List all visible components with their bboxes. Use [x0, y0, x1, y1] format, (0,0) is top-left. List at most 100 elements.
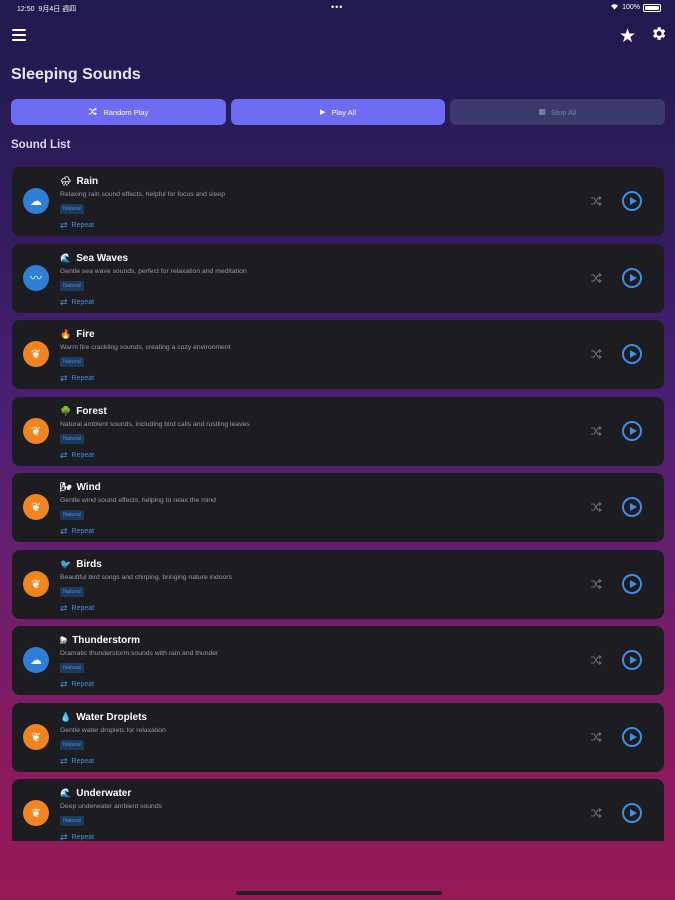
leaf-icon: ❦ — [23, 570, 49, 597]
play-button[interactable] — [622, 803, 642, 823]
play-button[interactable] — [622, 267, 642, 288]
top-bar: ★ — [0, 24, 675, 48]
sound-description: Natural ambient sounds, including bird c… — [60, 420, 250, 428]
shuffle-icon[interactable] — [590, 577, 602, 589]
sound-description: Deep underwater ambient sounds — [60, 803, 163, 810]
sound-description: Gentle sea wave sounds, perfect for rela… — [60, 267, 247, 275]
repeat-label: Repeat — [71, 757, 95, 765]
home-indicator[interactable] — [236, 891, 442, 895]
menu-icon[interactable] — [12, 29, 26, 41]
shuffle-icon[interactable] — [590, 347, 602, 359]
play-all-label: Play All — [331, 107, 356, 117]
sound-emoji-icon: 🌊 — [60, 252, 72, 263]
category-tag: Natural — [60, 663, 84, 673]
play-button[interactable] — [622, 726, 642, 747]
play-button[interactable] — [622, 344, 642, 364]
sound-name: Thunderstorm — [72, 635, 140, 646]
sound-card[interactable]: ❦ 🌳 Forest Natural ambient sounds, includin… — [12, 396, 664, 466]
sound-card[interactable]: 〰 🌊 Sea Waves Gentle sea wave sounds, perfe… — [12, 243, 664, 313]
category-tag: Natural — [60, 433, 84, 444]
repeat-toggle[interactable]: ⇄ Repeat — [60, 373, 94, 384]
sound-name: Underwater — [76, 788, 132, 799]
random-play-button[interactable]: Random Play — [11, 99, 226, 125]
page-title: Sleeping Sounds — [11, 66, 141, 83]
play-button[interactable] — [622, 497, 642, 517]
leaf-icon: ❦ — [23, 723, 49, 750]
shuffle-icon[interactable] — [590, 730, 602, 742]
shuffle-icon[interactable] — [590, 500, 602, 512]
sound-emoji-icon: 🌊 — [60, 788, 72, 798]
play-button[interactable] — [622, 420, 642, 441]
sound-card[interactable]: ❦ 🐦 Birds Beautiful bird songs and chirping… — [12, 549, 664, 619]
repeat-icon: ⇄ — [60, 755, 68, 766]
repeat-toggle[interactable]: ⇄ Repeat — [60, 526, 94, 537]
stop-all-button[interactable]: Stop All — [450, 99, 666, 125]
stop-all-label: Stop All — [550, 107, 577, 117]
sound-description: Gentle water droplets for relaxation — [60, 726, 166, 734]
repeat-toggle[interactable]: ⇄ Repeat — [60, 603, 94, 614]
battery-icon — [643, 3, 661, 12]
sound-emoji-icon: 🌳 — [60, 405, 72, 416]
category-tag: Natural — [60, 357, 84, 367]
sound-list[interactable]: ☁ 🌧 Rain Relaxing rain sound effects, helpf… — [0, 160, 675, 841]
gear-icon[interactable] — [650, 25, 667, 47]
shuffle-icon[interactable] — [590, 424, 602, 436]
shuffle-icon[interactable] — [590, 806, 602, 818]
shuffle-icon[interactable] — [590, 653, 602, 665]
sound-card[interactable]: ❦ 🔥 Fire Warm fire crackling sounds, creati… — [12, 320, 664, 389]
sound-title: 🌧 Rain — [60, 176, 98, 187]
sound-emoji-icon: 🌬 — [60, 482, 72, 492]
sound-name: Water Droplets — [76, 711, 147, 723]
play-button[interactable] — [622, 191, 642, 211]
repeat-label: Repeat — [71, 375, 95, 382]
repeat-toggle[interactable]: ⇄ Repeat — [60, 832, 94, 841]
sound-name: Rain — [76, 176, 99, 187]
sound-title: 🌊 Sea Waves — [60, 253, 128, 264]
sound-title: 🌳 Forest — [60, 406, 107, 417]
repeat-icon: ⇄ — [60, 449, 68, 460]
repeat-label: Repeat — [71, 298, 95, 306]
repeat-toggle[interactable]: ⇄ Repeat — [60, 220, 94, 231]
sound-card[interactable]: ☁ 🌧 Rain Relaxing rain sound effects, helpf… — [12, 167, 664, 236]
repeat-label: Repeat — [71, 604, 95, 612]
sound-name: Fire — [76, 329, 95, 340]
star-icon[interactable]: ★ — [619, 25, 636, 48]
play-icon: ▶ — [320, 109, 326, 116]
sound-title: 🔥 Fire — [60, 329, 95, 340]
sound-name: Wind — [76, 482, 101, 493]
repeat-toggle[interactable]: ⇄ Repeat — [60, 679, 94, 690]
play-button[interactable] — [622, 650, 642, 670]
sound-card[interactable]: ❦ 🌊 Underwater Deep underwater ambient soun… — [12, 779, 664, 841]
repeat-toggle[interactable]: ⇄ Repeat — [60, 450, 94, 461]
repeat-icon: ⇄ — [60, 602, 68, 613]
leaf-icon: ❦ — [23, 800, 49, 826]
repeat-label: Repeat — [71, 681, 95, 688]
cloud-icon: ☁ — [23, 188, 49, 214]
repeat-toggle[interactable]: ⇄ Repeat — [60, 756, 94, 767]
category-tag: Natural — [60, 586, 84, 597]
repeat-label: Repeat — [71, 222, 95, 229]
status-bar: 12:50 9月4日 週四 ••• 100% — [0, 0, 675, 16]
repeat-label: Repeat — [71, 834, 95, 841]
sound-card[interactable]: ☁ ⛈ Thunderstorm Dramatic thunderstorm soun… — [12, 626, 664, 695]
cloud-icon: ☁ — [23, 647, 49, 673]
repeat-toggle[interactable]: ⇄ Repeat — [60, 297, 94, 308]
action-buttons: Random Play ▶ Play All Stop All — [11, 99, 666, 125]
sound-card[interactable]: ❦ 🌬 Wind Gentle wind sound effects, helping… — [12, 473, 664, 542]
play-all-button[interactable]: ▶ Play All — [230, 99, 446, 125]
random-play-label: Random Play — [103, 107, 149, 117]
sound-description: Relaxing rain sound effects, helpful for… — [60, 191, 225, 198]
stop-icon — [538, 109, 545, 115]
status-right: 100% — [610, 3, 661, 12]
battery-percent: 100% — [622, 4, 640, 11]
multitask-dots[interactable]: ••• — [331, 2, 343, 12]
sound-emoji-icon: 🐦 — [60, 558, 72, 569]
sound-title: 💧 Water Droplets — [60, 712, 147, 723]
shuffle-icon[interactable] — [590, 194, 602, 206]
sound-emoji-icon: 🌧 — [60, 176, 72, 186]
sound-description: Warm fire crackling sounds, creating a c… — [60, 344, 231, 351]
play-button[interactable] — [622, 573, 642, 594]
sound-emoji-icon: ⛈ — [60, 635, 68, 645]
shuffle-icon[interactable] — [590, 271, 602, 283]
sound-card[interactable]: ❦ 💧 Water Droplets Gentle water droplets fo… — [12, 702, 664, 772]
